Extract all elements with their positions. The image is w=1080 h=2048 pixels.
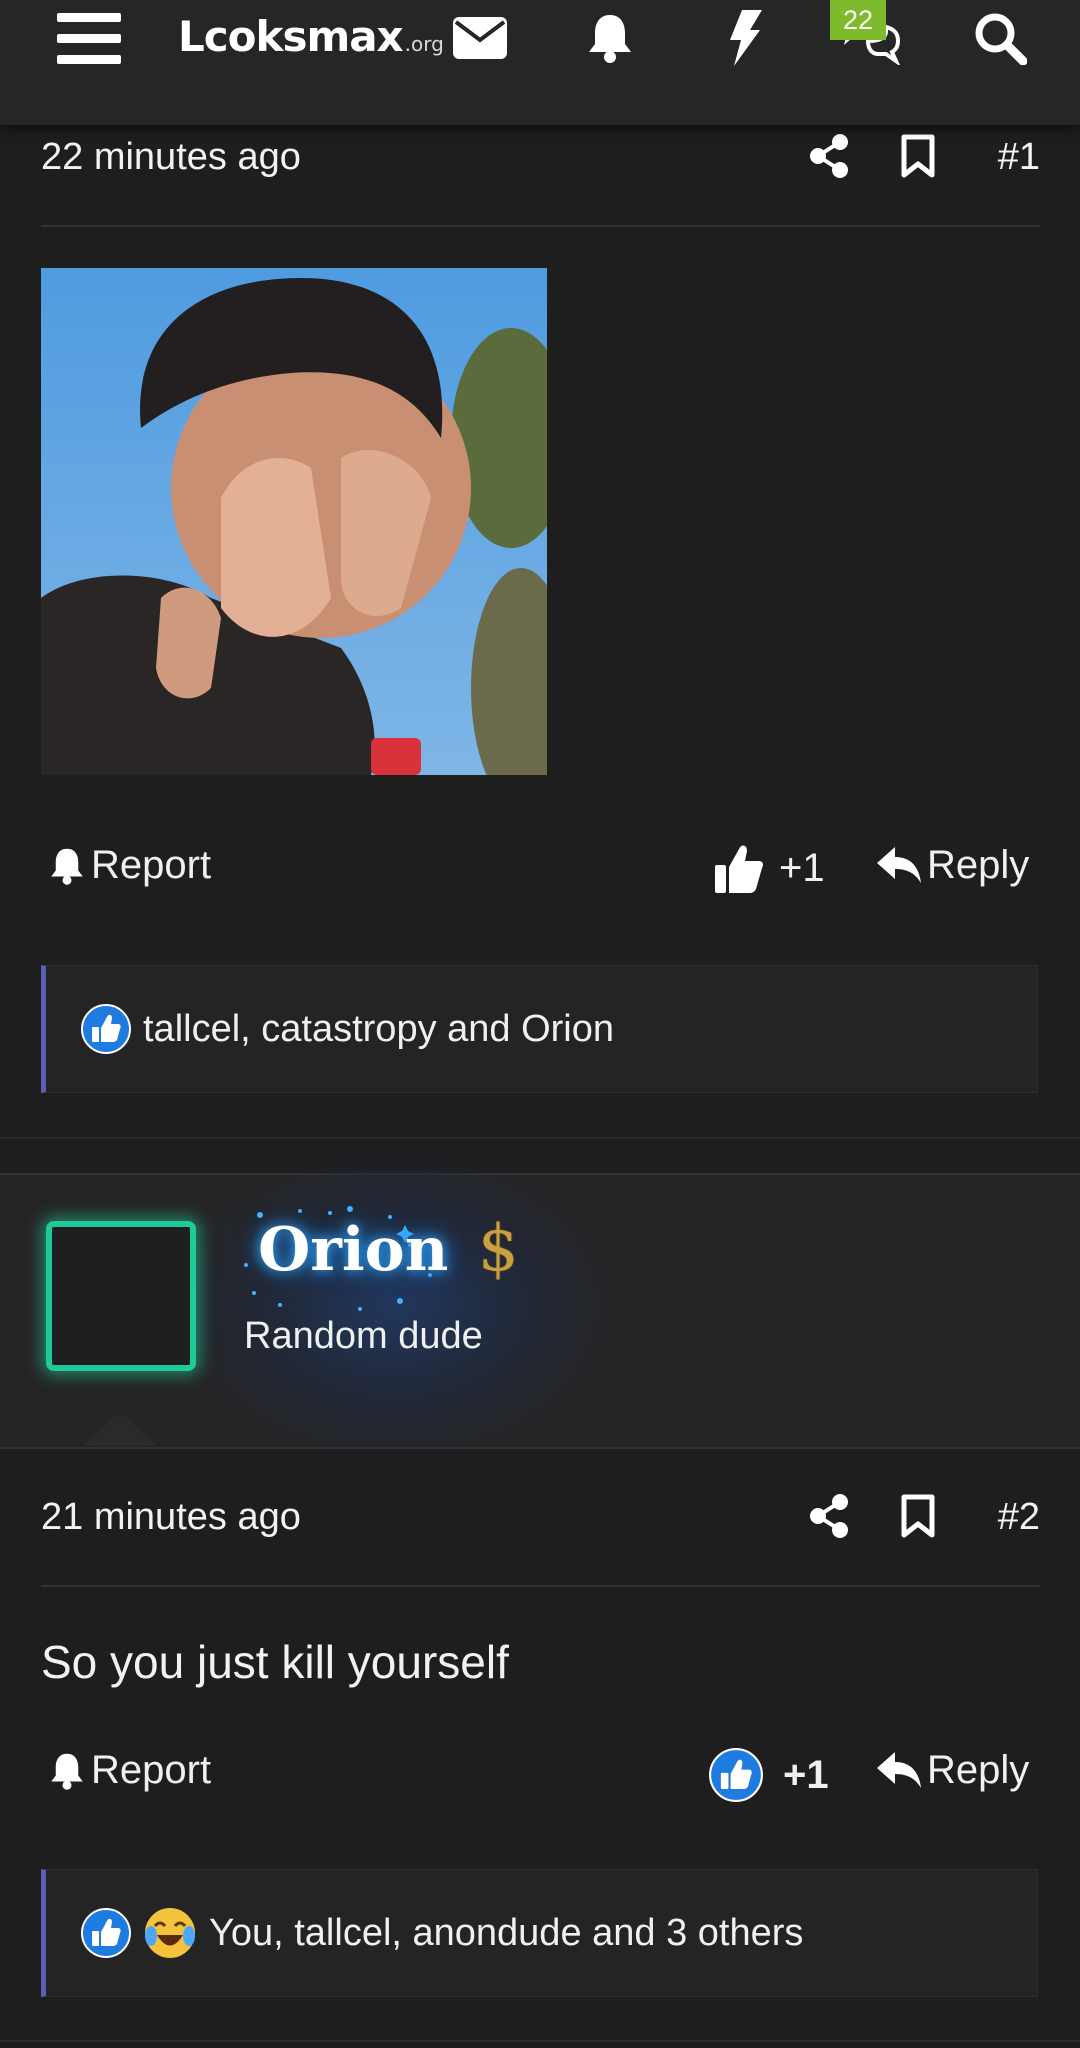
like-reaction-icon bbox=[81, 1908, 131, 1958]
reactions-text: You, tallcel, anondude and 3 others bbox=[209, 1911, 804, 1954]
like-reaction-icon bbox=[709, 1748, 763, 1802]
reply-label: Reply bbox=[927, 843, 1030, 887]
post-separator bbox=[0, 2040, 1080, 2042]
conversations-badge: 22 bbox=[830, 0, 886, 40]
search-icon[interactable] bbox=[972, 8, 1028, 68]
reply-icon bbox=[877, 846, 921, 883]
reply-icon bbox=[877, 1751, 921, 1788]
post-number[interactable]: #2 bbox=[998, 1496, 1040, 1539]
report-button[interactable]: Report bbox=[49, 843, 211, 888]
post-time[interactable]: 22 minutes ago bbox=[41, 136, 301, 179]
top-navigation-bar: Lcoksmax .org 22 bbox=[0, 0, 1080, 125]
post-image[interactable] bbox=[41, 268, 547, 775]
reactions-summary[interactable]: tallcel, catastropy and Orion bbox=[41, 965, 1038, 1093]
post-body: So you just kill yourself bbox=[41, 1636, 509, 1688]
site-logo[interactable]: Lcoksmax .org bbox=[178, 12, 444, 64]
logo-tld: .org bbox=[404, 32, 444, 56]
post-actions: Report +1 Reply bbox=[41, 843, 1040, 913]
like-count: +1 bbox=[779, 845, 825, 890]
post-separator bbox=[0, 1137, 1080, 1139]
post-actions: Report +1 Reply bbox=[41, 1748, 1040, 1818]
share-icon[interactable] bbox=[809, 134, 849, 183]
like-count: +1 bbox=[783, 1752, 829, 1797]
dollar-icon: $ bbox=[478, 1212, 519, 1286]
report-label: Report bbox=[91, 843, 212, 887]
logo-text: Lcoksmax bbox=[178, 12, 404, 61]
reply-label: Reply bbox=[927, 1748, 1030, 1792]
meta-divider bbox=[41, 225, 1040, 227]
report-button[interactable]: Report bbox=[49, 1748, 211, 1793]
bolt-icon[interactable] bbox=[725, 8, 765, 68]
laughing-crying-icon bbox=[145, 1908, 195, 1958]
post-meta: 21 minutes ago #2 bbox=[41, 1484, 1040, 1554]
like-button[interactable]: +1 bbox=[709, 1748, 829, 1802]
bell-icon bbox=[51, 1753, 83, 1790]
avatar[interactable] bbox=[46, 1221, 196, 1371]
like-button[interactable]: +1 bbox=[715, 843, 825, 893]
user-title: Random dude bbox=[244, 1315, 483, 1357]
post-meta: 22 minutes ago #1 bbox=[41, 124, 1040, 194]
post-number[interactable]: #1 bbox=[998, 136, 1040, 179]
username[interactable]: Orion bbox=[258, 1215, 448, 1285]
reactions-summary[interactable]: You, tallcel, anondude and 3 others bbox=[41, 1869, 1038, 1997]
thumbs-up-icon bbox=[715, 845, 763, 893]
bell-icon bbox=[51, 848, 83, 885]
post-time[interactable]: 21 minutes ago bbox=[41, 1496, 301, 1539]
meta-divider bbox=[41, 1585, 1040, 1587]
reply-button[interactable]: Reply bbox=[877, 1748, 1029, 1793]
bell-icon[interactable] bbox=[585, 8, 635, 68]
like-reaction-icon bbox=[81, 1004, 131, 1054]
user-arrow bbox=[82, 1412, 158, 1446]
reactions-text: tallcel, catastropy and Orion bbox=[143, 1007, 615, 1050]
bookmark-icon[interactable] bbox=[901, 134, 935, 183]
bookmark-icon[interactable] bbox=[901, 1494, 935, 1543]
menu-icon[interactable] bbox=[54, 8, 124, 68]
reply-button[interactable]: Reply bbox=[877, 843, 1029, 888]
report-label: Report bbox=[91, 1748, 212, 1792]
mail-icon[interactable] bbox=[452, 8, 508, 68]
share-icon[interactable] bbox=[809, 1494, 849, 1543]
